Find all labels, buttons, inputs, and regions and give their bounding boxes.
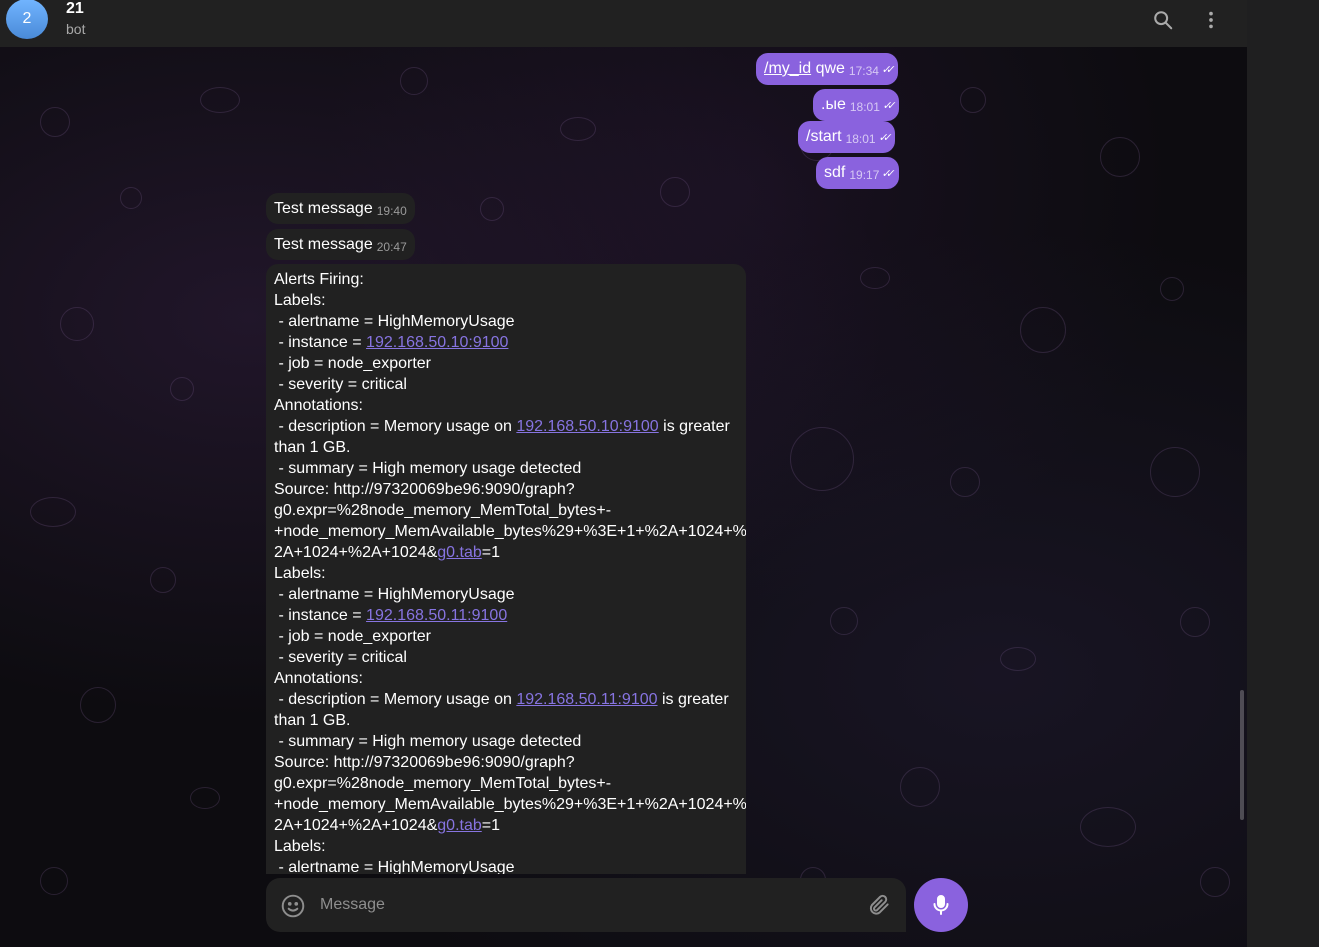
search-icon [1154, 11, 1173, 30]
right-panel-gutter [1247, 0, 1319, 947]
instance-link[interactable]: 192.168.50.10:9100 [366, 334, 508, 351]
alert-line: - alertname = HighMemoryUsage [274, 586, 515, 603]
alert-line: Annotations: [274, 397, 363, 414]
chat-avatar[interactable]: 2 [6, 0, 48, 39]
alert-line: - instance = 192.168.50.10:9100 [274, 332, 738, 353]
alert-text: - description = Memory usage on [274, 691, 517, 708]
alert-message[interactable]: Alerts Firing: Labels: - alertname = Hig… [266, 264, 746, 874]
alert-line: - severity = critical [274, 649, 407, 666]
alert-line: - summary = High memory usage detected [274, 460, 582, 477]
alert-line: Labels: [274, 292, 326, 309]
instance-link[interactable]: 192.168.50.11:9100 [516, 691, 657, 708]
avatar-letter: 2 [22, 10, 32, 27]
double-check-icon: ✓✓ [877, 132, 889, 144]
alert-text: is greater [658, 418, 730, 435]
message-time: 19:17 [849, 168, 880, 182]
double-check-icon: ✓✓ [881, 100, 893, 112]
alert-text: - instance = [274, 334, 367, 351]
message-text: Test message [274, 236, 373, 253]
alert-line: than 1 GB. [274, 712, 351, 729]
bot-command-link[interactable]: /my_id [764, 60, 811, 77]
message-time: 20:47 [376, 240, 407, 254]
incoming-message[interactable]: Test message 19:40 [266, 193, 415, 224]
alert-line: g0.expr=%28node_memory_MemTotal_bytes+- [274, 775, 612, 792]
message-text: .ые [821, 96, 846, 113]
alert-text: 2A+1024+%2A+1024& [274, 544, 438, 561]
outgoing-message[interactable]: .ые 18:01 ✓✓ [813, 89, 900, 121]
double-check-icon: ✓✓ [880, 64, 892, 76]
alert-line: - job = node_exporter [274, 355, 431, 372]
message-time: 17:34 [848, 64, 879, 78]
chat-window: 2 21 bot /my_id qwe 17:34 ✓✓ .ые 18:01 ✓✓ /s… [0, 0, 1247, 947]
alert-line: Labels: [274, 565, 326, 582]
alert-line: Source: http://97320069be96:9090/graph? [274, 481, 575, 498]
alert-text: - instance = [274, 607, 367, 624]
chat-title[interactable]: 21 [66, 0, 84, 18]
instance-link[interactable]: 192.168.50.11:9100 [366, 607, 507, 624]
smile-icon [281, 894, 305, 918]
alert-text: is greater [657, 691, 729, 708]
attach-button[interactable] [866, 892, 892, 918]
alert-line: 2A+1024+%2A+1024&g0.tab=1 [274, 815, 738, 836]
alert-line: - alertname = HighMemoryUsage [274, 859, 515, 874]
alert-line: Annotations: [274, 670, 363, 687]
chat-header: 2 21 bot [0, 0, 1247, 47]
message-time: 18:01 [849, 100, 880, 114]
paperclip-icon [869, 894, 889, 915]
message-time: 19:40 [376, 204, 407, 218]
microphone-icon [933, 895, 949, 915]
message-text: /start [806, 128, 842, 145]
message-text: sdf [824, 164, 846, 181]
outgoing-message[interactable]: /my_id qwe 17:34 ✓✓ [756, 53, 899, 85]
emoji-button[interactable] [280, 893, 306, 919]
more-vertical-icon [1209, 11, 1213, 29]
instance-link[interactable]: 192.168.50.10:9100 [516, 418, 658, 435]
alert-line: - job = node_exporter [274, 628, 431, 645]
message-input[interactable] [320, 892, 850, 918]
alert-line: - description = Memory usage on 192.168.… [274, 416, 738, 437]
double-check-icon: ✓✓ [881, 168, 892, 180]
outgoing-message[interactable]: /start 18:01 ✓✓ [798, 121, 896, 153]
alert-line: - instance = 192.168.50.11:9100 [274, 605, 738, 626]
more-menu-button[interactable] [1195, 4, 1227, 36]
alert-line: +node_memory_MemAvailable_bytes%29+%3E+1… [274, 796, 746, 813]
alert-line: Alerts Firing: [274, 271, 364, 288]
alert-line: +node_memory_MemAvailable_bytes%29+%3E+1… [274, 523, 746, 540]
chat-scrollbar[interactable] [1240, 690, 1244, 820]
search-button[interactable] [1147, 4, 1179, 36]
alert-line: than 1 GB. [274, 439, 351, 456]
alert-text: 2A+1024+%2A+1024& [274, 817, 438, 834]
message-text: Test message [274, 200, 373, 217]
alert-text: =1 [481, 817, 500, 834]
alert-line: - severity = critical [274, 376, 407, 393]
alert-line: Labels: [274, 838, 326, 855]
incoming-message[interactable]: Test message 20:47 [266, 229, 415, 260]
alert-line: g0.expr=%28node_memory_MemTotal_bytes+- [274, 502, 612, 519]
query-link[interactable]: g0.tab [437, 817, 481, 834]
outgoing-message[interactable]: sdf 19:17 ✓✓ [816, 157, 899, 189]
voice-record-button[interactable] [914, 878, 968, 932]
query-link[interactable]: g0.tab [437, 544, 481, 561]
message-time: 18:01 [845, 132, 876, 146]
alert-line: Source: http://97320069be96:9090/graph? [274, 754, 575, 771]
alert-line: 2A+1024+%2A+1024&g0.tab=1 [274, 542, 738, 563]
alert-line: - summary = High memory usage detected [274, 733, 582, 750]
alert-text: - description = Memory usage on [274, 418, 517, 435]
alert-line: - description = Memory usage on 192.168.… [274, 689, 738, 710]
chat-status: bot [66, 21, 86, 37]
message-text: qwe [811, 60, 845, 77]
message-composer [266, 878, 906, 932]
alert-line: - alertname = HighMemoryUsage [274, 313, 515, 330]
alert-text: =1 [481, 544, 500, 561]
